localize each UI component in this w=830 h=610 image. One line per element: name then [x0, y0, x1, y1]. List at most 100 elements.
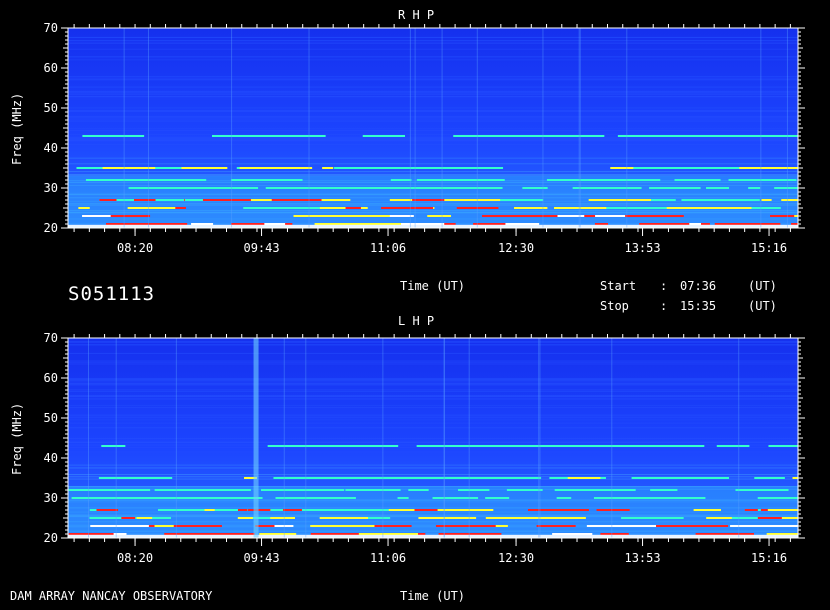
rhp-rfi-line — [542, 28, 544, 228]
rhp-band-35 — [379, 167, 447, 169]
rhp-band-27 — [706, 199, 760, 201]
lhp-band-23 — [495, 525, 508, 527]
rhp-band-27 — [184, 199, 203, 201]
rhp-band-32 — [546, 179, 588, 181]
rhp-band-21 — [594, 223, 609, 225]
lhp-rfi-line — [305, 338, 307, 538]
rhp-band-25 — [345, 207, 361, 209]
start-value: 07:36 — [680, 279, 717, 293]
rhp-band-21 — [191, 223, 214, 225]
rhp-rfi-line — [409, 28, 411, 228]
rhp-streak — [68, 118, 798, 120]
lhp-band-43 — [731, 445, 750, 447]
stop-unit: (UT) — [748, 299, 777, 313]
lhp-band-32 — [576, 489, 616, 491]
rhp-streak — [68, 78, 798, 80]
lhp-rfi-line — [738, 338, 740, 538]
rhp-band-23 — [293, 215, 319, 217]
rhp-band-35 — [322, 167, 334, 169]
lhp-band-25 — [644, 517, 684, 519]
rhp-streak — [68, 120, 798, 122]
rhp-rfi-line — [231, 28, 233, 228]
rhp-band-35 — [334, 167, 350, 169]
rhp-streak — [68, 163, 798, 165]
lhp-band-25 — [136, 517, 153, 519]
rhp-streak — [68, 76, 798, 78]
lhp-streak — [68, 451, 798, 453]
lhp-band-32 — [174, 489, 230, 491]
rhp-streak — [68, 95, 798, 97]
lhp-band-30 — [757, 497, 798, 499]
rhp-band-25 — [702, 207, 752, 209]
rhp-band-23 — [338, 215, 367, 217]
rhp-streak — [68, 90, 798, 92]
lhp-streak — [68, 442, 798, 444]
lhp-band-23 — [586, 525, 657, 527]
rhp-band-43 — [550, 135, 605, 137]
rhp-rfi-line — [308, 28, 310, 228]
lhp-rfi-line — [115, 338, 117, 538]
lhp-band-43 — [430, 445, 444, 447]
lhp-streak — [68, 422, 798, 424]
rhp-band-25 — [621, 207, 667, 209]
lhp-x-tick-label: 08:20 — [117, 551, 153, 565]
lhp-band-35 — [470, 477, 507, 479]
lhp-band-35 — [147, 477, 160, 479]
rhp-band-30 — [779, 187, 798, 189]
lhp-band-27 — [744, 509, 758, 511]
rhp-rfi-line — [476, 28, 478, 228]
lhp-streak — [68, 419, 798, 421]
rhp-streak — [68, 48, 798, 50]
rhp-band-35 — [90, 167, 103, 169]
rhp-band-21 — [689, 223, 702, 225]
lhp-band-30 — [132, 497, 153, 499]
lhp-x-tick-label: 11:06 — [370, 551, 406, 565]
rhp-band-27 — [444, 199, 501, 201]
rhp-band-21 — [443, 223, 456, 225]
rhp-band-27 — [271, 199, 322, 201]
lhp-band-35 — [567, 477, 601, 479]
lhp-low-band — [68, 486, 798, 538]
lhp-band-21 — [600, 533, 629, 535]
rhp-band-32 — [463, 179, 489, 181]
lhp-y-tick-label: 50 — [44, 411, 58, 425]
lhp-band-30 — [608, 497, 647, 499]
lhp-band-27 — [527, 509, 588, 511]
rhp-streak — [68, 56, 798, 58]
rhp-band-25 — [135, 207, 176, 209]
lhp-band-30 — [397, 497, 409, 499]
lhp-band-30 — [649, 497, 706, 499]
rhp-streak — [68, 171, 798, 173]
lhp-band-43 — [267, 445, 335, 447]
lhp-streak — [68, 361, 798, 363]
lhp-x-tick-label: 13:53 — [624, 551, 660, 565]
lhp-band-32 — [506, 489, 530, 491]
lhp-streak — [68, 384, 798, 386]
lhp-band-30 — [303, 497, 356, 499]
lhp-band-32 — [367, 489, 401, 491]
lhp-title: L H P — [398, 314, 435, 328]
lhp-band-32 — [462, 489, 480, 491]
rhp-streak — [68, 174, 798, 176]
rhp-band-30 — [410, 187, 478, 189]
lhp-band-27 — [596, 509, 630, 511]
rhp-band-30 — [572, 187, 591, 189]
lhp-band-43 — [531, 445, 575, 447]
rhp-band-43 — [271, 135, 283, 137]
lhp-y-label: Freq (MHz) — [10, 402, 24, 475]
rhp-band-35 — [662, 167, 727, 169]
rhp-streak — [68, 138, 798, 140]
rhp-streak — [68, 137, 798, 139]
rhp-band-23 — [106, 215, 145, 217]
lhp-streak — [68, 395, 798, 397]
rhp-streak — [68, 42, 798, 44]
lhp-band-32 — [650, 489, 678, 491]
rhp-x-tick-label: 12:30 — [498, 241, 534, 255]
rhp-streak — [68, 107, 798, 109]
lhp-band-27 — [247, 509, 271, 511]
rhp-band-30 — [748, 187, 761, 189]
lhp-band-27 — [693, 509, 721, 511]
lhp-streak — [68, 344, 798, 346]
rhp-x-tick-label: 15:16 — [751, 241, 787, 255]
lhp-streak — [68, 441, 798, 443]
